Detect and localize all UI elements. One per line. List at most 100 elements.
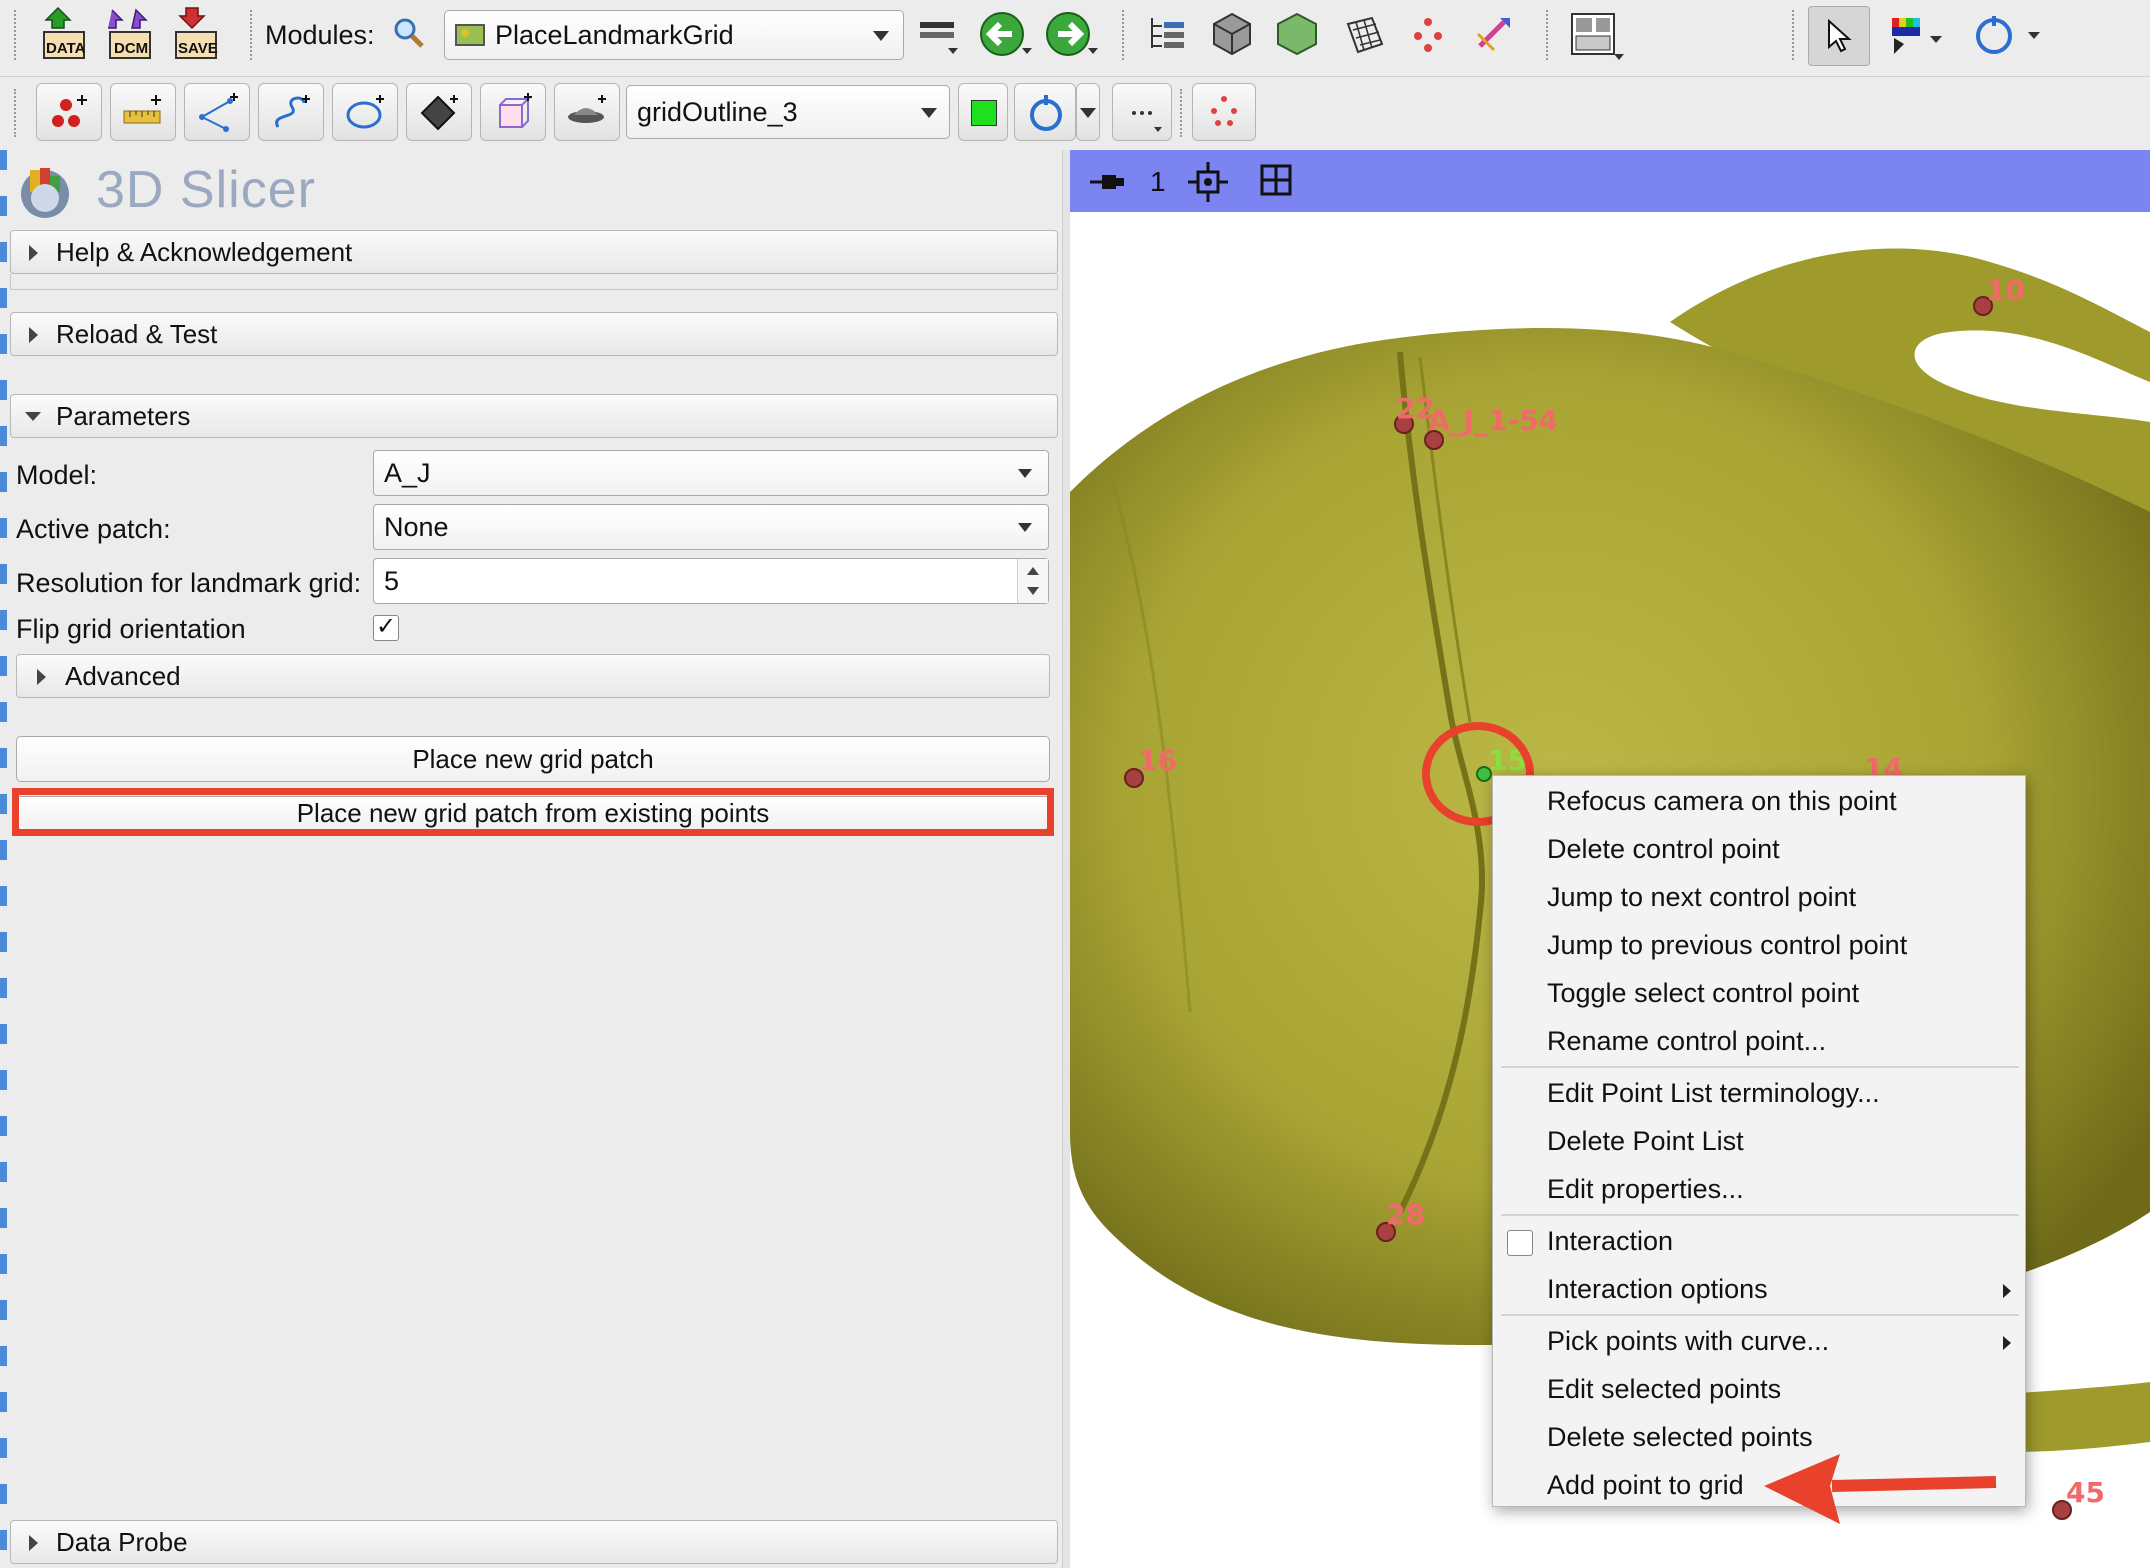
data-probe-section-label: Data Probe xyxy=(56,1527,188,1557)
transforms-icon[interactable] xyxy=(1474,14,1514,54)
place-mode-dropdown[interactable] xyxy=(1076,83,1100,141)
reload-section-header[interactable]: Reload & Test xyxy=(10,312,1058,356)
more-dots-icon xyxy=(1132,111,1162,132)
add-surface-button[interactable] xyxy=(554,83,620,141)
annotation-arrow-icon xyxy=(1764,1454,1997,1524)
color-swatch xyxy=(971,100,997,126)
menu-item-delete-selected[interactable]: Delete selected points xyxy=(1547,1422,1813,1453)
menu-item-delete-control-point[interactable]: Delete control point xyxy=(1547,834,1780,865)
checkmark-icon: ✓ xyxy=(375,613,397,640)
active-patch-selector[interactable]: None xyxy=(373,504,1049,550)
parameters-section-header[interactable]: Parameters xyxy=(10,394,1058,438)
spinbox-arrows[interactable] xyxy=(1017,559,1048,603)
interaction-checkbox[interactable] xyxy=(1507,1230,1533,1256)
flip-grid-checkbox[interactable]: ✓ xyxy=(373,615,399,641)
add-curve-button[interactable] xyxy=(258,83,324,141)
add-angle-button[interactable] xyxy=(184,83,250,141)
markups-icon[interactable] xyxy=(1408,14,1448,54)
toolbar-grip[interactable] xyxy=(1122,10,1130,60)
menu-item-add-to-grid[interactable]: Add point to grid xyxy=(1547,1470,1744,1501)
add-roi-button[interactable] xyxy=(480,83,546,141)
forward-arrow-icon[interactable] xyxy=(1044,10,1100,60)
crosshair-rotate-icon[interactable] xyxy=(1972,12,2042,58)
menu-item-jump-previous[interactable]: Jump to previous control point xyxy=(1547,930,1907,961)
menu-separator xyxy=(1501,1066,2019,1068)
menu-item-pick-with-curve[interactable]: Pick points with curve... xyxy=(1547,1326,1829,1357)
dicom-icon-label: DCM xyxy=(114,40,149,57)
menu-item-refocus[interactable]: Refocus camera on this point xyxy=(1547,786,1897,817)
menu-item-edit-properties[interactable]: Edit properties... xyxy=(1547,1174,1744,1205)
add-line-button[interactable] xyxy=(110,83,176,141)
menu-item-interaction[interactable]: Interaction xyxy=(1547,1226,1673,1257)
spin-down-icon[interactable] xyxy=(1027,587,1039,595)
pin-icon[interactable] xyxy=(1088,170,1128,194)
toolbar-grip[interactable] xyxy=(250,10,258,60)
model-selector[interactable]: A_J xyxy=(373,450,1049,496)
resolution-spinbox[interactable]: 5 xyxy=(373,558,1049,604)
landmark-label: 16 xyxy=(1138,744,1177,777)
spin-up-icon[interactable] xyxy=(1027,567,1039,575)
toolbar-grip[interactable] xyxy=(14,10,22,60)
menu-item-edit-selected[interactable]: Edit selected points xyxy=(1547,1374,1781,1405)
menu-item-interaction-options[interactable]: Interaction options xyxy=(1547,1274,1768,1305)
segment-editor-icon[interactable] xyxy=(1342,14,1386,58)
toolbar-grip[interactable] xyxy=(14,89,22,137)
model-selector-value: A_J xyxy=(384,458,431,488)
load-data-button[interactable]: DATA xyxy=(40,6,90,62)
markups-module-button[interactable] xyxy=(1192,83,1256,141)
add-closed-curve-button[interactable] xyxy=(332,83,398,141)
menu-item-edit-terminology[interactable]: Edit Point List terminology... xyxy=(1547,1078,1880,1109)
modules-label: Modules: xyxy=(265,20,375,50)
search-icon[interactable] xyxy=(392,16,426,50)
layout-grid-icon[interactable] xyxy=(1260,164,1294,198)
markup-color-button[interactable] xyxy=(958,83,1008,141)
menu-item-rename[interactable]: Rename control point... xyxy=(1547,1026,1826,1057)
submenu-arrow-icon xyxy=(2003,1284,2011,1298)
add-plane-button[interactable] xyxy=(406,83,472,141)
node-selector[interactable]: gridOutline_3 xyxy=(626,85,950,139)
place-mode-button[interactable] xyxy=(1014,83,1076,141)
toolbar-grip[interactable] xyxy=(1546,10,1554,60)
menu-item-delete-point-list[interactable]: Delete Point List xyxy=(1547,1126,1744,1157)
volume-cube-icon[interactable] xyxy=(1210,12,1254,56)
view-layout-icon[interactable] xyxy=(1570,12,1624,62)
data-probe-section-header[interactable]: Data Probe xyxy=(10,1520,1058,1564)
place-new-grid-patch-button[interactable]: Place new grid patch xyxy=(16,736,1050,782)
menu-separator xyxy=(1501,1314,2019,1316)
module-selector[interactable]: PlaceLandmarkGrid xyxy=(444,10,904,60)
layout-icon[interactable] xyxy=(918,18,958,58)
module-icon xyxy=(455,24,485,46)
back-arrow-icon[interactable] xyxy=(978,10,1034,60)
view-controller-bar: 1 xyxy=(1070,150,2150,212)
data-tree-icon[interactable] xyxy=(1148,14,1188,54)
add-point-list-button[interactable] xyxy=(36,83,102,141)
closed-curve-icon xyxy=(346,95,384,129)
menu-item-toggle-select[interactable]: Toggle select control point xyxy=(1547,978,1859,1009)
save-button[interactable]: SAVE xyxy=(172,6,222,62)
toolbar-grip[interactable] xyxy=(1180,89,1188,137)
save-icon-label: SAVE xyxy=(178,40,218,57)
pointer-arrow-icon xyxy=(1828,19,1852,53)
landmark-label: 28 xyxy=(1386,1198,1425,1231)
more-options-button[interactable] xyxy=(1112,83,1172,141)
mouse-mode-pointer-button[interactable] xyxy=(1808,6,1870,66)
toolbar-grip[interactable] xyxy=(1792,10,1800,60)
center-view-icon[interactable] xyxy=(1188,162,1228,202)
chevron-down-icon xyxy=(873,31,889,41)
expand-arrow-icon xyxy=(29,245,38,261)
chevron-down-icon xyxy=(1080,108,1096,118)
help-section-header[interactable]: Help & Acknowledgement xyxy=(10,230,1058,274)
view-number: 1 xyxy=(1150,166,1166,197)
advanced-section-header[interactable]: Advanced xyxy=(16,654,1050,698)
landmark-label: 45 xyxy=(2066,1476,2105,1509)
menu-item-jump-next[interactable]: Jump to next control point xyxy=(1547,882,1856,913)
place-new-grid-patch-label: Place new grid patch xyxy=(412,744,654,774)
app-title: 3D Slicer xyxy=(96,161,316,219)
dicom-button[interactable]: DCM xyxy=(106,6,156,62)
node-selector-value: gridOutline_3 xyxy=(637,97,798,127)
reload-section-label: Reload & Test xyxy=(56,319,218,349)
models-icon[interactable] xyxy=(1274,12,1320,56)
resolution-value: 5 xyxy=(384,566,400,596)
landmark-label: 10 xyxy=(1986,274,2025,307)
place-markup-icon[interactable] xyxy=(1886,14,1946,58)
